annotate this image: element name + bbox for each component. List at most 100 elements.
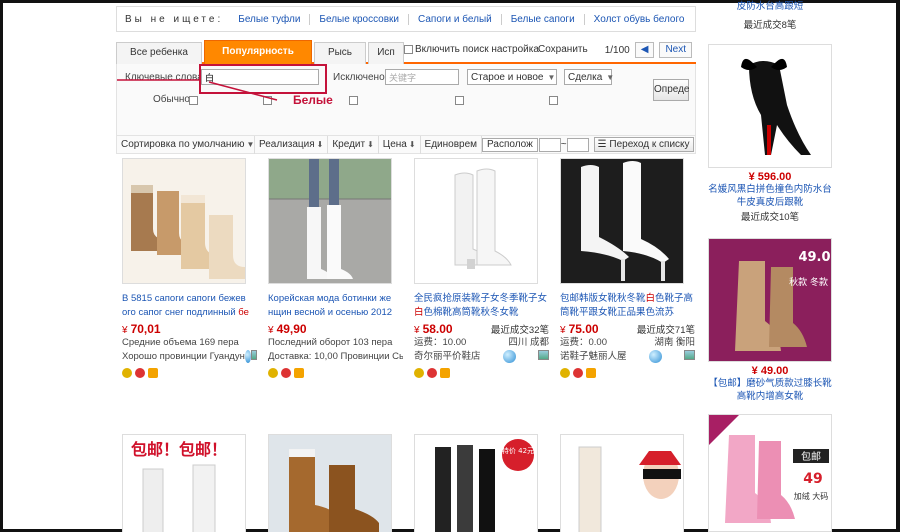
sort-default[interactable]: Сортировка по умолчанию ▼ (117, 135, 255, 154)
globe-icon[interactable] (648, 350, 662, 363)
product-title-text: Корейская мода ботинки же нщин весной и … (268, 293, 393, 318)
product-card[interactable]: 包邮！包邮！ (122, 434, 257, 532)
list-view-label: Переход к списку (609, 139, 690, 150)
arrow-down-icon: ⬇ (408, 139, 416, 149)
product-meta-text: Средние объема 169 пера (122, 337, 239, 348)
product-price-value: 58.00 (422, 322, 453, 336)
picture-icon[interactable] (683, 350, 695, 360)
sidebar-item-image[interactable]: 包邮 49 加绒 大码 (708, 414, 832, 532)
sidebar-item-title[interactable]: 皮防水台高跟短 (708, 0, 832, 13)
filter-checkbox-3[interactable] (349, 96, 358, 105)
suggestion-link-white-shoes[interactable]: Белые туфли (229, 13, 311, 25)
sidebar-promo-title: 包邮 (801, 450, 821, 463)
sort-sales[interactable]: Реализация ⬇ (255, 135, 329, 154)
product-meta-line2: Хорошо провинции Гуандун (122, 350, 257, 364)
apply-filter-button[interactable]: Опреде (653, 79, 690, 101)
search-results-main: Вы не ищете: Белые туфли Белые кроссовки… (116, 6, 696, 532)
product-sold-count: 最近成交71笔 (636, 325, 695, 336)
product-image[interactable] (268, 434, 392, 532)
product-price: ¥70,01 (122, 322, 161, 336)
chevron-down-icon: ▼ (246, 139, 255, 149)
sidebar-item-title[interactable]: 【包邮】磨砂气质款过膝长靴高靴内增高女靴 (708, 377, 832, 403)
save-link[interactable]: Сохранить (538, 44, 588, 55)
sidebar-item-image[interactable]: 49.00 秋款 冬款 大码 (708, 238, 832, 362)
product-card[interactable]: B 5815 сапоги сапоги бежев ого сапог сне… (122, 158, 257, 378)
suggestion-link-white-sneakers[interactable]: Белые кроссовки (310, 13, 410, 25)
sidebar-promo-price: 49 (803, 471, 822, 487)
product-card[interactable]: Корейская мода ботинки же нщин весной и … (268, 158, 403, 378)
product-card[interactable]: 特价 42元 (414, 434, 549, 532)
sidebar-price-value: 49.00 (760, 365, 789, 377)
product-title-text: 包邮韩版女靴秋冬靴 (560, 293, 646, 304)
product-image[interactable] (414, 158, 538, 284)
suggestion-link-white-boots[interactable]: Белые сапоги (502, 13, 585, 25)
tab-popularity[interactable]: Популярность (204, 40, 312, 64)
product-card[interactable]: 全民疯抢原装靴子女冬季靴子女白色棉靴高筒靴秋冬女靴 ¥58.00 最近成交32笔 … (414, 158, 549, 378)
product-image[interactable] (122, 158, 246, 284)
product-badges (560, 368, 695, 378)
price-max-input[interactable] (566, 137, 589, 152)
sort-credit-label: Кредит (332, 138, 366, 150)
ugg-boots-image (123, 159, 245, 283)
sort-unified[interactable]: Единоврем (421, 135, 483, 154)
picture-icon[interactable] (537, 350, 549, 360)
suede-boots-image: 49.00 秋款 冬款 大码 (709, 239, 831, 361)
chevron-down-icon: ▼ (547, 72, 556, 82)
sort-credit[interactable]: Кредит ⬇ (328, 135, 379, 154)
sidebar-item[interactable]: ¥ 596.00 名媛风黑白拼色撞色内防水台牛皮真皮后跟靴 最近成交10笔 (708, 44, 832, 223)
medal-icon (268, 368, 278, 378)
location-select[interactable]: Располож (482, 137, 538, 152)
product-card[interactable] (560, 434, 695, 532)
tab-used[interactable]: Исп (368, 42, 404, 64)
tab-all[interactable]: Все ребенка (116, 42, 202, 64)
exclude-input[interactable]: 关键字 (385, 69, 459, 85)
sidebar-item-image[interactable] (708, 44, 832, 168)
sort-price[interactable]: Цена ⬇ (379, 135, 421, 154)
search-settings-checkbox[interactable] (404, 45, 413, 54)
condition-select[interactable]: Старое и новое ▼ (467, 69, 557, 85)
suggestion-link-canvas-shoes[interactable]: Холст обувь белого (585, 14, 694, 25)
sidebar-price-value: 596.00 (757, 171, 792, 183)
sidebar-item-top[interactable]: 皮防水台高跟短 最近成交8笔 (708, 0, 832, 31)
product-card[interactable]: 包邮韩版女靴秋冬靴白色靴子高筒靴平跟女靴正品果色流苏 ¥75.00 最近成交71笔… (560, 158, 695, 378)
filter-checkbox-5[interactable] (549, 96, 558, 105)
deal-select[interactable]: Сделка ▼ (564, 69, 615, 85)
product-image[interactable] (560, 158, 684, 284)
sidebar-item-title[interactable]: 名媛风黑白拼色撞色内防水台牛皮真皮后跟靴 (708, 183, 832, 209)
sidebar-item[interactable]: 包邮 49 加绒 大码 (708, 414, 832, 532)
search-settings-option[interactable]: Включить поиск настройка (404, 44, 539, 55)
product-image[interactable] (268, 158, 392, 284)
guarantee-icon (573, 368, 583, 378)
suggestion-link-boots-white[interactable]: Сапоги и белый (409, 13, 502, 25)
product-sold-count: 最近成交32笔 (490, 325, 549, 336)
filter-checkbox-4[interactable] (455, 96, 464, 105)
white-knee-boots-image (415, 159, 537, 283)
product-badges (122, 368, 257, 378)
product-card[interactable] (268, 434, 403, 532)
product-image[interactable]: 包邮！包邮！ (122, 434, 246, 532)
product-title[interactable]: 全民疯抢原装靴子女冬季靴子女白色棉靴高筒靴秋冬女靴 (414, 292, 549, 320)
product-image[interactable]: 特价 42元 (414, 434, 538, 532)
product-meta-line2: Доставка: 10,00 Провинции Сычуань (268, 350, 403, 364)
list-view-button[interactable]: ☰ Переход к списку (593, 137, 694, 152)
globe-icon[interactable] (502, 350, 516, 363)
guarantee-icon (281, 368, 291, 378)
picture-icon[interactable] (250, 350, 257, 360)
medal-icon (122, 368, 132, 378)
product-price-value: 70,01 (130, 322, 161, 336)
exclude-label: Исключено: (333, 72, 388, 83)
sidebar-item[interactable]: 49.00 秋款 冬款 大码 ¥ 49.00 【包邮】磨砂气质款过膝长靴高靴内增… (708, 238, 832, 403)
product-image[interactable] (560, 434, 684, 532)
product-shipping-text: 运费：10.00 (414, 337, 467, 348)
prev-page-button[interactable]: ◀ (634, 42, 655, 58)
product-title[interactable]: 包邮韩版女靴秋冬靴白色靴子高筒靴平跟女靴正品果色流苏 (560, 292, 695, 320)
shop-name-link[interactable]: 奇尔丽平价鞋店 (414, 350, 481, 364)
shop-name-link[interactable]: 诺鞋子魅丽人屋 (560, 350, 627, 364)
product-title[interactable]: B 5815 сапоги сапоги бежев ого сапог сне… (122, 292, 257, 320)
sort-tabs: Все ребенка Популярность Рысь Исп Включи… (116, 40, 696, 64)
tab-lynx[interactable]: Рысь (314, 42, 366, 64)
chevron-down-icon: ▼ (606, 72, 615, 82)
product-title[interactable]: Корейская мода ботинки же нщин весной и … (268, 292, 403, 320)
price-min-input[interactable] (538, 137, 561, 152)
next-page-button[interactable]: Next (659, 42, 692, 58)
